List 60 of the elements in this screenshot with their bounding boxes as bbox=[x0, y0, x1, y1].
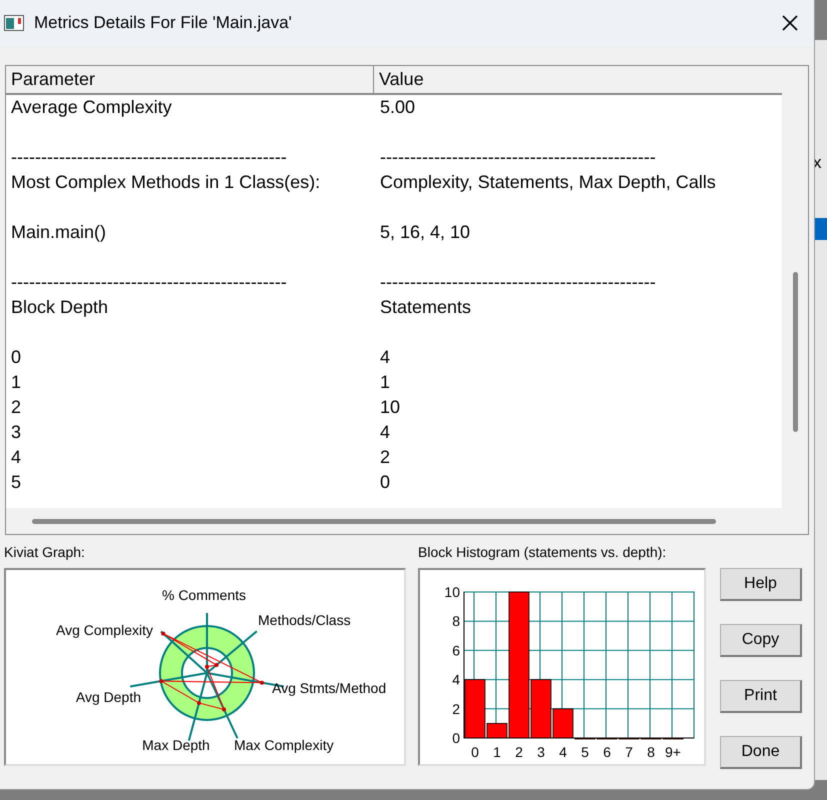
x-tick-label: 7 bbox=[625, 744, 633, 760]
app-icon bbox=[4, 15, 24, 31]
table-cell: 1 bbox=[380, 372, 390, 392]
table-cell: 2 bbox=[380, 447, 390, 467]
table-cell: Statements bbox=[380, 297, 472, 317]
table-cell: ---------------------------------------------- bbox=[380, 147, 656, 167]
dialog-button[interactable]: Done bbox=[720, 736, 802, 769]
y-tick-label: 4 bbox=[452, 672, 460, 688]
section-label: Kiviat Graph: bbox=[4, 543, 86, 561]
axis-label: % Comments bbox=[162, 587, 246, 603]
section-label: Block Histogram (statements vs. depth): bbox=[418, 543, 668, 561]
scrollbar-thumb[interactable] bbox=[32, 518, 716, 524]
table-cell: 5 bbox=[11, 472, 22, 492]
table-cell: 2 bbox=[11, 397, 22, 417]
x-tick-label: 0 bbox=[471, 744, 479, 760]
window-title: Metrics Details For File 'Main.java' bbox=[34, 12, 292, 34]
axis-label: Avg Stmts/Method bbox=[272, 680, 386, 696]
table-cell: 3 bbox=[11, 422, 22, 442]
column-header[interactable]: Parameter bbox=[6, 66, 374, 93]
y-tick-label: 10 bbox=[444, 584, 460, 600]
table-cell: 0 bbox=[380, 472, 390, 492]
table-cell: 10 bbox=[380, 397, 400, 417]
y-tick-label: 6 bbox=[452, 642, 460, 658]
table-cell: Block Depth bbox=[11, 297, 108, 317]
axis-label: Avg Complexity bbox=[56, 622, 153, 638]
x-tick-label: 9+ bbox=[665, 744, 681, 760]
axis-label: Max Complexity bbox=[234, 737, 334, 753]
x-tick-label: 3 bbox=[537, 744, 545, 760]
table-cell: Main.main() bbox=[11, 222, 106, 242]
table-cell: ---------------------------------------------- bbox=[11, 272, 287, 292]
table-cell: ---------------------------------------------- bbox=[11, 147, 287, 167]
table-cell: 5.00 bbox=[380, 97, 416, 117]
table-cell: 1 bbox=[11, 372, 22, 392]
x-tick-label: 6 bbox=[603, 744, 611, 760]
table-cell: Most Complex Methods in 1 Class(es): bbox=[11, 172, 320, 192]
x-tick-label: 1 bbox=[493, 744, 501, 760]
table-cell: 0 bbox=[11, 347, 22, 367]
x-tick-label: 4 bbox=[559, 744, 567, 760]
table-cell: 4 bbox=[380, 422, 390, 442]
table-cell: 5, 16, 4, 10 bbox=[380, 222, 470, 242]
table-cell: 4 bbox=[11, 447, 22, 467]
y-tick-label: 2 bbox=[452, 700, 460, 717]
y-tick-label: 8 bbox=[452, 613, 460, 630]
close-icon bbox=[782, 15, 798, 31]
table-cell: ---------------------------------------------- bbox=[380, 272, 656, 292]
axis-label: Max Depth bbox=[142, 737, 210, 753]
table-cell: Complexity, Statements, Max Depth, Calls bbox=[380, 172, 716, 192]
y-tick-label: 0 bbox=[452, 730, 460, 746]
column-header[interactable]: Value bbox=[374, 66, 782, 93]
dialog-button[interactable]: Help bbox=[720, 568, 802, 601]
axis-label: Avg Depth bbox=[76, 689, 141, 705]
x-tick-label: 2 bbox=[515, 744, 523, 760]
table-cell: Average Complexity bbox=[11, 97, 172, 117]
dialog-button[interactable]: Print bbox=[720, 680, 802, 713]
x-tick-label: 8 bbox=[647, 744, 655, 760]
table-cell: 4 bbox=[380, 347, 390, 367]
axis-label: Methods/Class bbox=[258, 612, 351, 628]
scrollbar-thumb[interactable] bbox=[792, 272, 798, 432]
x-tick-label: 5 bbox=[581, 744, 589, 760]
dialog-button[interactable]: Copy bbox=[720, 624, 802, 657]
